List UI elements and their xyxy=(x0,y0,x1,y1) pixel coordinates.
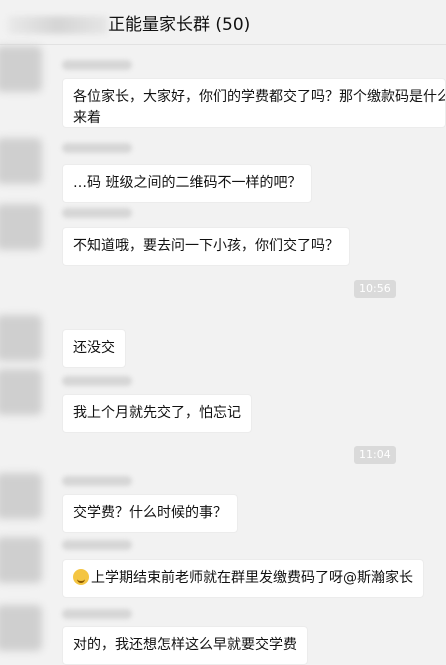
avatar[interactable] xyxy=(0,537,42,583)
sender-name xyxy=(62,143,132,153)
message-text: 还没交 xyxy=(73,340,115,356)
avatar[interactable] xyxy=(0,204,42,250)
message-bubble[interactable]: 对的，我还想怎样这么早就要交学费 xyxy=(62,626,308,665)
message-text: 不知道哦，要去问一下小孩，你们交了吗？ xyxy=(73,238,339,254)
message-text: 各位家长，大家好，你们的学费都交了吗？那个缴款码是什么来着 xyxy=(73,89,446,126)
sender-name xyxy=(62,609,132,619)
timestamp: 10:56 xyxy=(354,280,396,298)
message-bubble[interactable]: 上学期结束前老师就在群里发缴费码了呀@斯瀚家长 xyxy=(62,559,424,598)
message-text: 交学费？什么时候的事？ xyxy=(73,505,227,521)
message-text: 上学期结束前老师就在群里发缴费码了呀@斯瀚家长 xyxy=(91,570,413,586)
avatar[interactable] xyxy=(0,46,42,92)
message-text: …码 班级之间的二维码不一样的吧？ xyxy=(73,175,302,191)
message-bubble[interactable]: 我上个月就先交了，怕忘记 xyxy=(62,394,252,433)
sender-name xyxy=(62,208,132,218)
avatar[interactable] xyxy=(0,138,42,184)
timestamp: 11:04 xyxy=(354,446,396,464)
blurred-title-prefix xyxy=(8,16,108,34)
sender-name xyxy=(62,540,132,550)
chat-header: 正能量家长群 (50) xyxy=(0,0,446,45)
message-bubble[interactable]: …码 班级之间的二维码不一样的吧？ xyxy=(62,164,313,203)
sender-name xyxy=(62,60,132,70)
laughing-emoji-icon xyxy=(73,569,89,585)
avatar[interactable] xyxy=(0,315,42,361)
message-bubble[interactable]: 还没交 xyxy=(62,329,126,368)
message-text: 我上个月就先交了，怕忘记 xyxy=(73,405,241,421)
message-bubble[interactable]: 各位家长，大家好，你们的学费都交了吗？那个缴款码是什么来着 xyxy=(62,78,446,128)
sender-name xyxy=(62,376,132,386)
sender-name xyxy=(62,476,132,486)
avatar[interactable] xyxy=(0,605,42,651)
message-text: 对的，我还想怎样这么早就要交学费 xyxy=(73,637,297,653)
message-bubble[interactable]: 不知道哦，要去问一下小孩，你们交了吗？ xyxy=(62,227,350,266)
chat-title: 正能量家长群 (50) xyxy=(0,10,250,35)
avatar[interactable] xyxy=(0,473,42,519)
avatar[interactable] xyxy=(0,369,42,415)
message-bubble[interactable]: 交学费？什么时候的事？ xyxy=(62,494,238,533)
